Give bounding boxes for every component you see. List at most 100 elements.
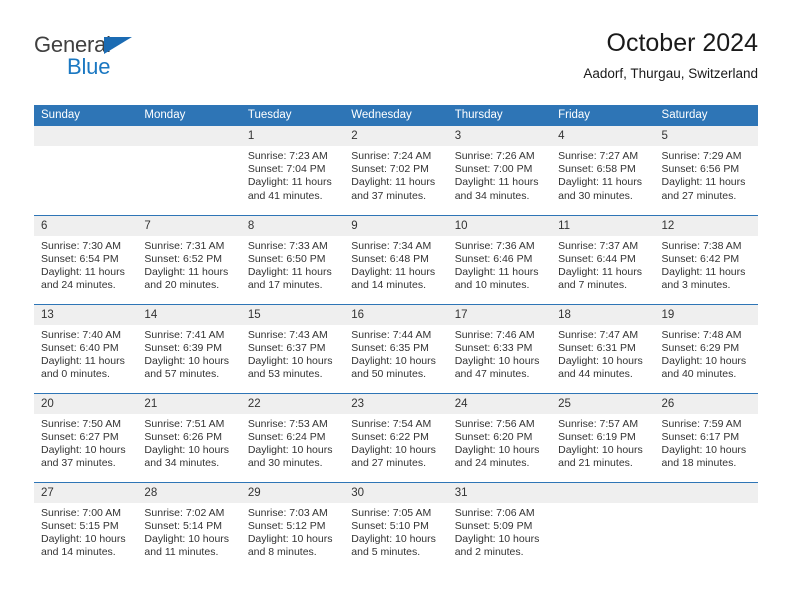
day-sun-info: Sunrise: 7:38 AM Sunset: 6:42 PM Daylight:… — [655, 236, 758, 293]
sunset-text: Sunset: 6:19 PM — [558, 430, 636, 443]
daylight-text-line2: and 17 minutes. — [247, 279, 323, 292]
daylight-text-line1: Daylight: 10 hours — [661, 443, 747, 456]
sunset-text: Sunset: 6:31 PM — [558, 341, 636, 354]
calendar-day-cell[interactable]: 8 Sunrise: 7:33 AM Sunset: 6:50 PM Daylight… — [240, 214, 345, 304]
calendar-day-cell[interactable]: 28 Sunrise: 7:02 AM Sunset: 5:14 PM Dayligh… — [137, 481, 241, 571]
sunset-text: Sunset: 6:56 PM — [661, 163, 740, 176]
calendar-day-cell[interactable]: 6 Sunrise: 7:30 AM Sunset: 6:54 PM Daylight… — [34, 214, 138, 304]
sunset-text: Sunset: 7:02 PM — [351, 163, 429, 176]
daylight-text-line2: and 27 minutes. — [351, 457, 426, 470]
daylight-text-line2: and 47 minutes. — [454, 368, 530, 381]
calendar-day-cell[interactable]: 17 Sunrise: 7:46 AM Sunset: 6:33 PM Dayligh… — [447, 303, 552, 393]
calendar-day-cell[interactable]: 22 Sunrise: 7:53 AM Sunset: 6:24 PM Dayligh… — [240, 392, 345, 482]
calendar-day-cell[interactable]: 11 Sunrise: 7:37 AM Sunset: 6:44 PM Dayligh… — [551, 214, 655, 304]
calendar-day-cell[interactable]: 20 Sunrise: 7:50 AM Sunset: 6:27 PM Dayligh… — [34, 392, 138, 482]
sunrise-text: Sunrise: 7:05 AM — [351, 506, 432, 519]
sunrise-text: Sunrise: 7:03 AM — [247, 506, 328, 519]
day-number — [137, 126, 241, 146]
sunset-text: Sunset: 6:29 PM — [661, 341, 740, 354]
weekday-header-monday: Monday — [137, 105, 241, 126]
daylight-text-line1: Daylight: 10 hours — [661, 354, 747, 367]
sunrise-text: Sunrise: 7:29 AM — [661, 150, 742, 162]
daylight-text-line1: Daylight: 10 hours — [351, 354, 436, 367]
sunrise-text: Sunrise: 7:57 AM — [558, 417, 639, 430]
day-number: 4 — [551, 126, 655, 146]
daylight-text-line2: and 24 minutes. — [454, 457, 530, 470]
daylight-text-line1: Daylight: 10 hours — [144, 443, 230, 456]
calendar-day-cell[interactable]: 26 Sunrise: 7:59 AM Sunset: 6:17 PM Dayligh… — [654, 392, 758, 482]
daylight-text-line2: and 57 minutes. — [144, 368, 220, 381]
calendar-day-cell[interactable]: 12 Sunrise: 7:38 AM Sunset: 6:42 PM Dayligh… — [654, 214, 758, 304]
weekday-header-sunday: Sunday — [34, 105, 138, 126]
day-sun-info: Sunrise: 7:56 AM Sunset: 6:20 PM Daylight:… — [448, 414, 551, 471]
daylight-text-line1: Daylight: 10 hours — [144, 354, 230, 367]
calendar-day-cell[interactable]: 7 Sunrise: 7:31 AM Sunset: 6:52 PM Daylight… — [137, 214, 241, 304]
calendar-week-row: 27 Sunrise: 7:00 AM Sunset: 5:15 PM Dayligh… — [34, 481, 758, 571]
day-sun-info: Sunrise: 7:47 AM Sunset: 6:31 PM Daylight:… — [551, 325, 654, 382]
day-sun-info: Sunrise: 7:41 AM Sunset: 6:39 PM Daylight:… — [137, 325, 240, 382]
sunset-text: Sunset: 6:40 PM — [41, 341, 119, 354]
sunset-text: Sunset: 5:12 PM — [247, 519, 326, 532]
calendar-day-cell[interactable]: 27 Sunrise: 7:00 AM Sunset: 5:15 PM Dayligh… — [34, 481, 138, 571]
daylight-text-line2: and 0 minutes. — [41, 368, 110, 381]
calendar-day-cell[interactable]: 14 Sunrise: 7:41 AM Sunset: 6:39 PM Dayligh… — [137, 303, 241, 393]
day-sun-info: Sunrise: 7:29 AM Sunset: 6:56 PM Daylight:… — [655, 146, 758, 203]
day-number: 30 — [344, 482, 448, 503]
day-sun-info: Sunrise: 7:00 AM Sunset: 5:15 PM Daylight:… — [34, 503, 137, 560]
weekday-header-friday: Friday — [551, 105, 655, 126]
day-number: 24 — [447, 393, 552, 414]
calendar-day-cell[interactable]: 10 Sunrise: 7:36 AM Sunset: 6:46 PM Dayligh… — [447, 214, 552, 304]
calendar-week-row: 20 Sunrise: 7:50 AM Sunset: 6:27 PM Dayligh… — [34, 392, 758, 482]
calendar-day-cell[interactable]: 2 Sunrise: 7:24 AM Sunset: 7:02 PM Daylight… — [344, 126, 448, 215]
day-number — [34, 126, 138, 146]
calendar-day-cell[interactable]: 31 Sunrise: 7:06 AM Sunset: 5:09 PM Dayligh… — [447, 481, 552, 571]
calendar-day-cell[interactable]: 23 Sunrise: 7:54 AM Sunset: 6:22 PM Dayligh… — [344, 392, 448, 482]
sunset-text: Sunset: 5:15 PM — [41, 519, 119, 532]
sunrise-text: Sunrise: 7:27 AM — [558, 150, 639, 162]
day-number: 2 — [344, 126, 448, 146]
day-number — [551, 482, 655, 503]
sunset-text: Sunset: 6:46 PM — [454, 252, 533, 265]
calendar-day-cell[interactable]: 3 Sunrise: 7:26 AM Sunset: 7:00 PM Daylight… — [447, 126, 552, 215]
calendar-day-cell[interactable]: 29 Sunrise: 7:03 AM Sunset: 5:12 PM Dayligh… — [240, 481, 345, 571]
sunrise-text: Sunrise: 7:02 AM — [144, 506, 225, 519]
day-sun-info: Sunrise: 7:03 AM Sunset: 5:12 PM Daylight:… — [241, 503, 344, 560]
daylight-text-line2: and 10 minutes. — [454, 279, 530, 292]
calendar-day-cell[interactable]: 18 Sunrise: 7:47 AM Sunset: 6:31 PM Dayligh… — [551, 303, 655, 393]
daylight-text-line1: Daylight: 11 hours — [351, 176, 436, 189]
calendar-day-cell[interactable]: 13 Sunrise: 7:40 AM Sunset: 6:40 PM Dayligh… — [34, 303, 138, 393]
calendar-day-cell[interactable]: 24 Sunrise: 7:56 AM Sunset: 6:20 PM Dayligh… — [447, 392, 552, 482]
calendar-day-cell[interactable]: 25 Sunrise: 7:57 AM Sunset: 6:19 PM Dayligh… — [551, 392, 655, 482]
day-sun-info: Sunrise: 7:06 AM Sunset: 5:09 PM Daylight:… — [448, 503, 551, 560]
day-number: 22 — [240, 393, 345, 414]
daylight-text-line1: Daylight: 11 hours — [144, 265, 229, 278]
logo-triangle-icon — [104, 37, 132, 54]
calendar-day-cell[interactable]: 4 Sunrise: 7:27 AM Sunset: 6:58 PM Daylight… — [551, 126, 655, 215]
calendar-day-cell[interactable]: 1 Sunrise: 7:23 AM Sunset: 7:04 PM Daylight… — [240, 126, 345, 215]
calendar-week-row: 1 Sunrise: 7:23 AM Sunset: 7:04 PM Daylight… — [34, 126, 758, 215]
calendar-day-cell[interactable]: 16 Sunrise: 7:44 AM Sunset: 6:35 PM Dayligh… — [344, 303, 448, 393]
sunset-text: Sunset: 7:04 PM — [247, 163, 326, 176]
calendar-day-cell[interactable]: 19 Sunrise: 7:48 AM Sunset: 6:29 PM Dayligh… — [654, 303, 758, 393]
day-number: 25 — [551, 393, 655, 414]
calendar-day-cell[interactable]: 30 Sunrise: 7:05 AM Sunset: 5:10 PM Dayligh… — [344, 481, 448, 571]
daylight-text-line1: Daylight: 11 hours — [661, 265, 746, 278]
sunset-text: Sunset: 6:35 PM — [351, 341, 429, 354]
day-number: 15 — [240, 304, 345, 325]
sunrise-text: Sunrise: 7:41 AM — [144, 328, 225, 341]
sunrise-text: Sunrise: 7:30 AM — [41, 239, 121, 252]
day-sun-info: Sunrise: 7:48 AM Sunset: 6:29 PM Daylight:… — [655, 325, 758, 382]
sunrise-text: Sunrise: 7:31 AM — [144, 239, 225, 252]
sunrise-text: Sunrise: 7:56 AM — [454, 417, 535, 430]
daylight-text-line1: Daylight: 10 hours — [351, 443, 436, 456]
calendar-day-cell[interactable]: 15 Sunrise: 7:43 AM Sunset: 6:37 PM Dayligh… — [240, 303, 345, 393]
day-sun-info: Sunrise: 7:27 AM Sunset: 6:58 PM Daylight:… — [551, 146, 654, 203]
calendar-day-cell[interactable]: 9 Sunrise: 7:34 AM Sunset: 6:48 PM Daylight… — [344, 214, 448, 304]
daylight-text-line1: Daylight: 11 hours — [247, 176, 332, 189]
day-number: 23 — [344, 393, 448, 414]
day-sun-info: Sunrise: 7:33 AM Sunset: 6:50 PM Daylight:… — [241, 236, 344, 293]
daylight-text-line1: Daylight: 10 hours — [247, 532, 333, 545]
calendar-day-cell[interactable]: 5 Sunrise: 7:29 AM Sunset: 6:56 PM Daylight… — [654, 126, 758, 215]
calendar-day-cell[interactable]: 21 Sunrise: 7:51 AM Sunset: 6:26 PM Dayligh… — [137, 392, 241, 482]
calendar-week-row: 6 Sunrise: 7:30 AM Sunset: 6:54 PM Daylight… — [34, 214, 758, 304]
